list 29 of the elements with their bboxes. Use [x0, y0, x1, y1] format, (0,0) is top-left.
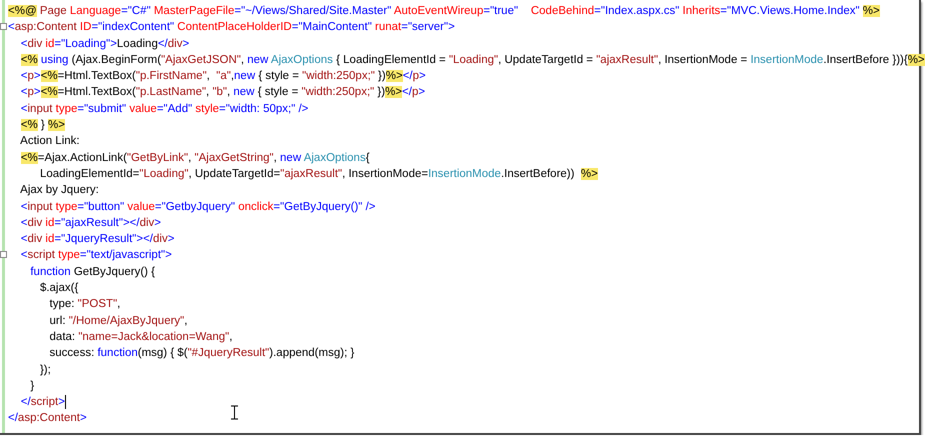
code-line: <% using (Ajax.BeginForm("AjaxGetJSON", new AjaxOptions { LoadingElementId = "Loading", UpdateTargetId = "ajaxResult", InsertionMode = InsertionMode.InsertBefore })){%>: [20, 54, 925, 66]
code-line: });: [38, 364, 51, 376]
code-line: LoadingElementId="Loading", UpdateTargetId="ajaxResult", InsertionMode=InsertionMode.InsertBefore)) %>: [38, 168, 598, 180]
code-line: <div id="JqueryResult"></div>: [20, 233, 174, 246]
code-line: <p><%=Html.TextBox("p.FirstName", "a",new { style = "width:250px;" })%></p>: [20, 70, 426, 82]
code-line: <script type="text/javascript">: [20, 249, 172, 262]
collapse-icon[interactable]: [0, 251, 7, 258]
code-line: <div id="ajaxResult"></div>: [20, 216, 161, 229]
code-line: <asp:Content ID="indexContent" ContentPlaceHolderID="MainContent" runat="server">: [8, 21, 455, 34]
code-line: </asp:Content>: [8, 412, 87, 424]
collapse-icon[interactable]: [0, 23, 7, 30]
code-line: $.ajax({: [38, 282, 78, 294]
code-line: <input type="submit" value="Add" style="width: 50px;" />: [20, 102, 308, 115]
code-line: Action Link:: [19, 135, 80, 148]
code-line: function GetByJquery() {: [29, 266, 156, 278]
code-line: <div id="Loading">Loading</div>: [20, 38, 190, 50]
text-cursor-icon: [230, 405, 239, 420]
code-line: data: "name=Jack&location=Wang",: [48, 330, 232, 343]
code-line: <p><%=Html.TextBox("p.LastName", "b", new { style = "width:250px;" })%></p>: [20, 86, 426, 98]
code-line: <input type="button" value="GetbyJquery" onclick="GetByJquery()" />: [20, 200, 376, 213]
code-line: Ajax by Jquery:: [19, 184, 99, 196]
code-line: success: function(msg) { $("#JqueryResult").append(msg); }: [48, 347, 354, 360]
code-line: <% } %>: [20, 119, 65, 132]
code-line: </script>: [20, 396, 65, 408]
code-line: type: "POST",: [48, 298, 120, 310]
code-line: <%@ Page Language="C#" MasterPageFile="~/Views/Shared/Site.Master" AutoEventWireup="true" CodeBehind="Index.aspx.cs" Inherits="MVC.Views.Home.Index" %>: [8, 5, 880, 17]
code-line: }: [29, 380, 34, 392]
code-line: url: "/Home/AjaxByJquery",: [48, 314, 188, 327]
code-line: <%=Ajax.ActionLink("GetByLink", "AjaxGetString", new AjaxOptions{: [20, 152, 370, 164]
